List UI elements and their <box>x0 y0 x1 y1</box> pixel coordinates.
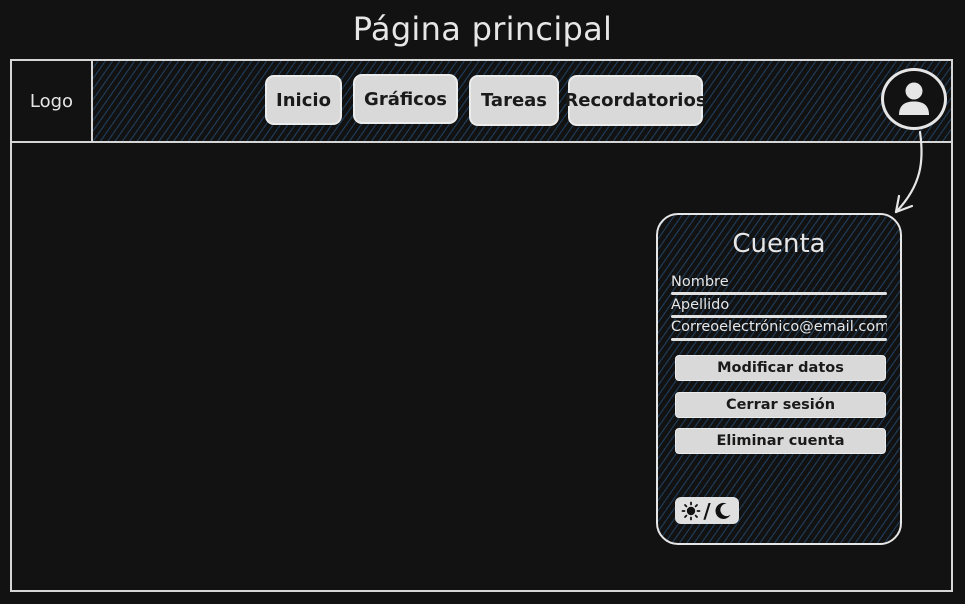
nav-inicio-label: Inicio <box>276 89 331 111</box>
logout-label: Cerrar sesión <box>725 397 836 413</box>
account-title: Cuenta <box>732 229 826 259</box>
moon-icon <box>715 502 731 519</box>
arrow-connector <box>894 130 923 214</box>
page-title: Página principal <box>352 10 613 48</box>
modify-data-button[interactable]: Modificar datos <box>675 355 886 381</box>
logout-button[interactable]: Cerrar sesión <box>675 392 886 418</box>
delete-account-button[interactable]: Eliminar cuenta <box>675 428 886 454</box>
nav-recordatorios-label: Recordatorios <box>564 90 707 111</box>
nav-graficos-label: Gráficos <box>364 88 447 110</box>
user-icon <box>899 82 929 115</box>
delete-account-label: Eliminar cuenta <box>716 433 845 449</box>
nav-inicio-button[interactable]: Inicio <box>265 75 342 125</box>
theme-toggle[interactable]: / <box>675 497 739 524</box>
nav-graficos-button[interactable]: Gráficos <box>353 74 458 124</box>
name-field[interactable]: Nombre <box>671 273 887 291</box>
email-field[interactable]: Correoelectrónico@email.com <box>671 318 887 336</box>
nav-tareas-label: Tareas <box>480 90 548 111</box>
theme-toggle-separator: / <box>703 498 711 523</box>
surname-field[interactable]: Apellido <box>671 296 887 314</box>
logo: Logo <box>10 59 93 143</box>
email-field-underline <box>671 338 887 341</box>
logo-label: Logo <box>29 90 74 112</box>
name-field-underline <box>671 292 887 295</box>
nav-tareas-button[interactable]: Tareas <box>469 75 559 126</box>
avatar-button[interactable] <box>881 68 947 130</box>
modify-data-label: Modificar datos <box>717 360 844 376</box>
nav-recordatorios-button[interactable]: Recordatorios <box>564 75 707 126</box>
sun-icon <box>681 501 701 520</box>
